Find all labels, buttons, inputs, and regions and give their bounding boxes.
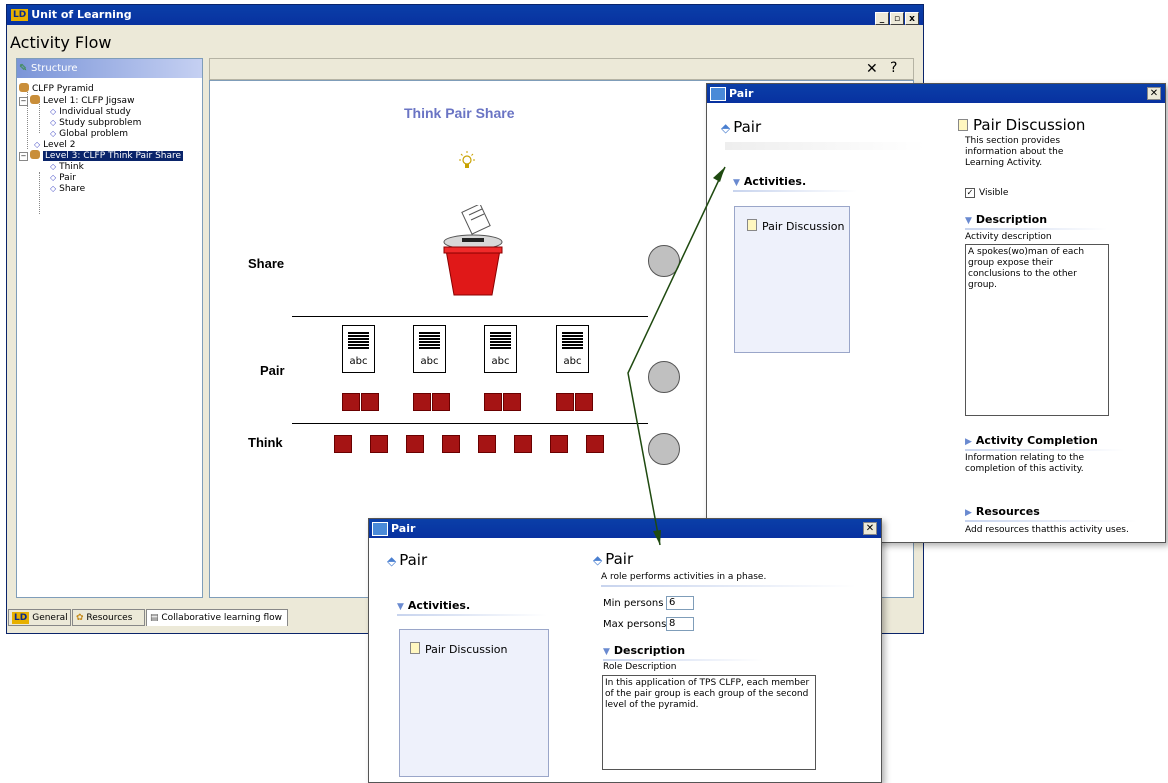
connector-arrows [627,166,726,546]
